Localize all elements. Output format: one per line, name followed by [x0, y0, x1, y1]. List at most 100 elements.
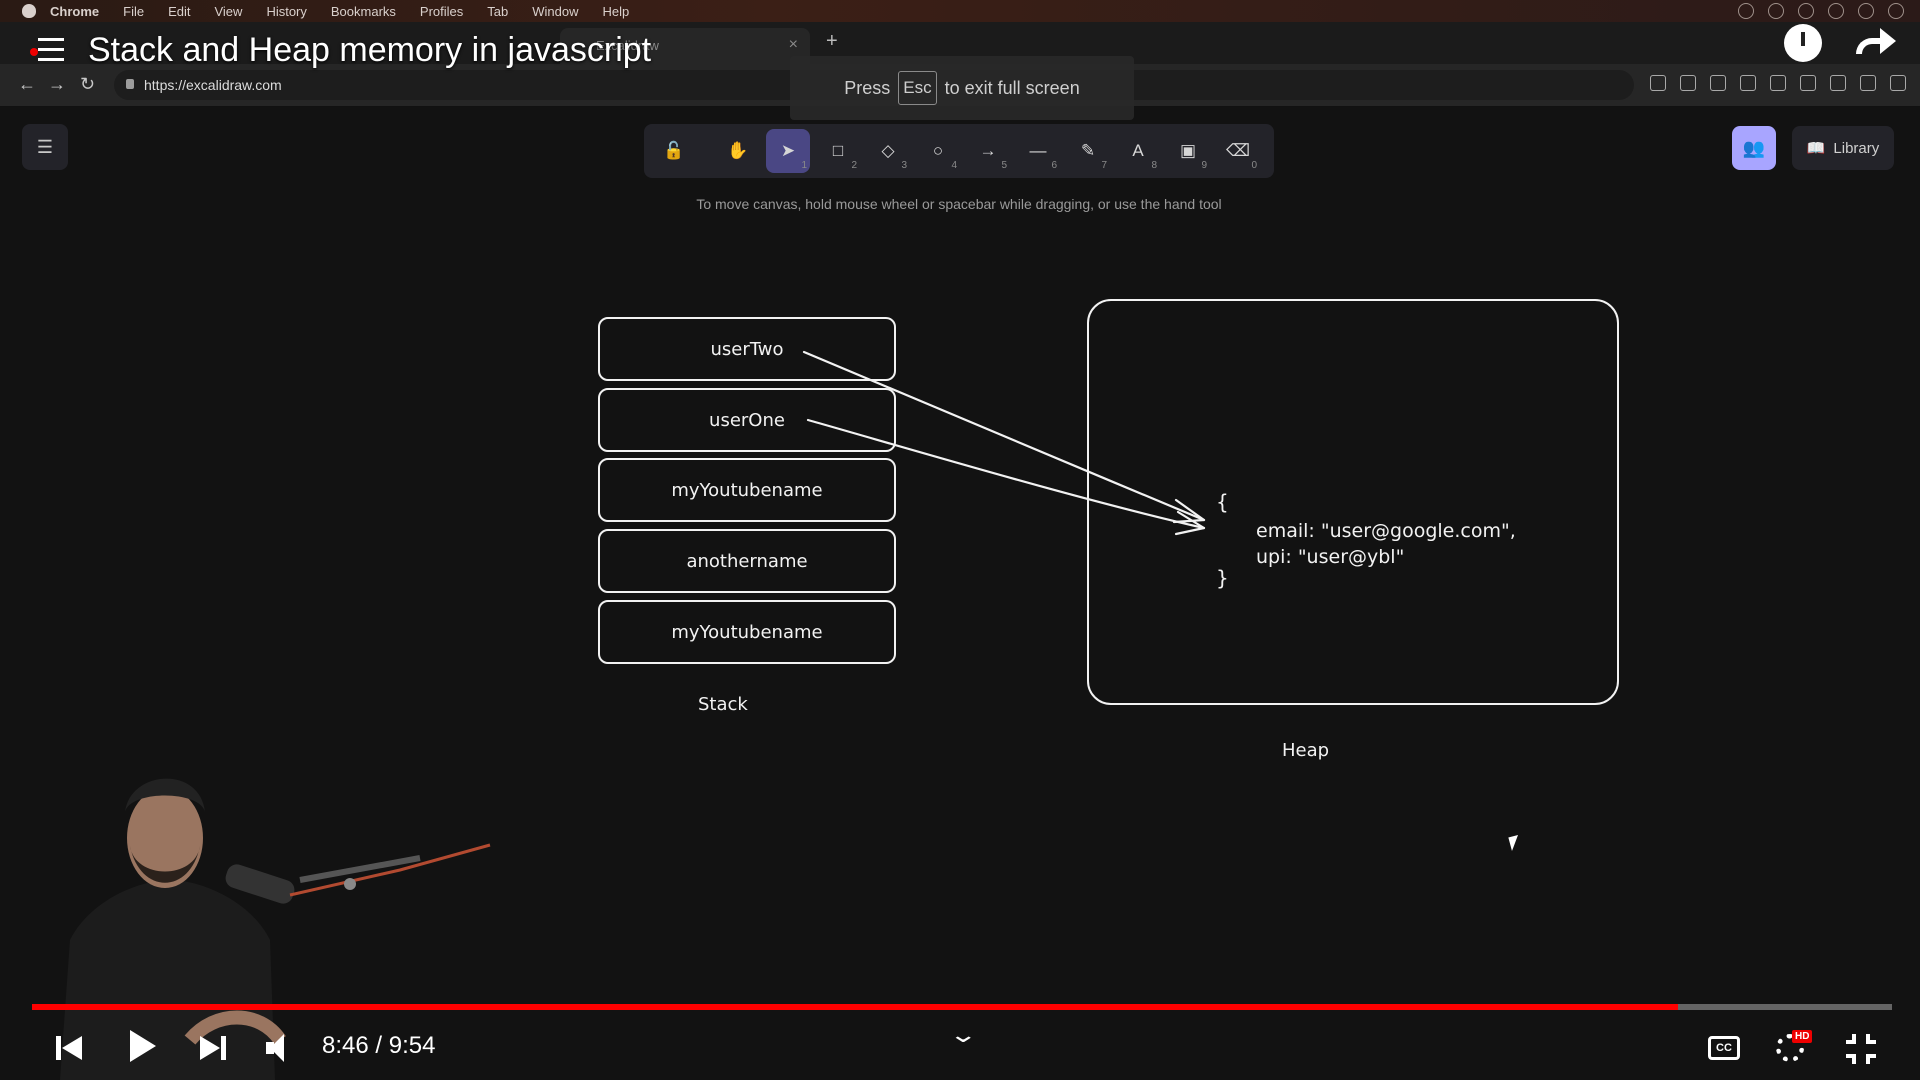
line-icon: — — [1029, 141, 1047, 160]
stack-item[interactable]: myYoutubename — [598, 458, 896, 522]
stack-item[interactable]: userTwo — [598, 317, 896, 381]
heap-line-email: email: "user@google.com", — [1256, 520, 1516, 542]
menu-view[interactable]: View — [214, 4, 242, 19]
tool-shortcut-number: 4 — [951, 160, 957, 171]
bookmark-star-icon[interactable] — [1740, 75, 1756, 91]
apple-icon[interactable] — [22, 4, 36, 18]
tool-shortcut-number: 5 — [1001, 160, 1007, 171]
google-icon[interactable] — [1650, 75, 1666, 91]
arrow-icon: → — [979, 141, 997, 160]
image-tool[interactable]: ▣ 9 — [1166, 129, 1210, 173]
profile-avatar-icon[interactable] — [1860, 75, 1876, 91]
menu-tab[interactable]: Tab — [487, 4, 508, 19]
install-icon[interactable] — [1680, 75, 1696, 91]
menu-bookmarks[interactable]: Bookmarks — [331, 4, 396, 19]
tool-shortcut-number: 8 — [1151, 160, 1157, 171]
eraser-tool[interactable]: ⌫ 0 — [1216, 129, 1260, 173]
previous-icon[interactable] — [56, 1036, 82, 1060]
fullscreen-hint-press: Press — [844, 77, 891, 98]
watch-later-icon[interactable] — [1784, 24, 1822, 62]
mouse-cursor-icon — [1508, 834, 1522, 852]
heap-box[interactable] — [1087, 299, 1619, 705]
heap-label[interactable]: Heap — [1282, 740, 1329, 761]
puzzle-icon[interactable] — [1800, 75, 1816, 91]
new-tab-icon[interactable]: + — [826, 30, 838, 53]
hand-tool[interactable]: ✋ — [716, 129, 760, 173]
screen-record-icon[interactable] — [1768, 3, 1784, 19]
lock-tool[interactable]: 🔓 — [652, 129, 696, 173]
exit-fullscreen-icon[interactable] — [1846, 1034, 1876, 1064]
stack-item[interactable]: myYoutubename — [598, 600, 896, 664]
stack-item[interactable]: anothername — [598, 529, 896, 593]
ellipse-tool[interactable]: ○ 4 — [916, 129, 960, 173]
menu-edit[interactable]: Edit — [168, 4, 190, 19]
ellipse-icon: ○ — [932, 141, 944, 160]
text-tool[interactable]: A8 — [1116, 129, 1160, 173]
canvas-hint: To move canvas, hold mouse wheel or spac… — [696, 196, 1222, 212]
selection-tool[interactable]: ➤ 1 — [766, 129, 810, 173]
hd-badge: HD — [1792, 1030, 1813, 1043]
heap-line-upi: upi: "user@ybl" — [1256, 546, 1405, 568]
share-icon[interactable] — [1856, 28, 1896, 58]
kebab-menu-icon[interactable] — [1890, 75, 1906, 91]
play-status-icon[interactable] — [1798, 3, 1814, 19]
menu-history[interactable]: History — [266, 4, 306, 19]
tool-shortcut-number: 9 — [1201, 160, 1207, 171]
battery-icon[interactable] — [1858, 3, 1874, 19]
selection-icon: ➤ — [780, 141, 796, 160]
control-center-icon[interactable] — [1888, 3, 1904, 19]
progress-bar[interactable] — [32, 1004, 1892, 1010]
stack-item[interactable]: userOne — [598, 388, 896, 452]
lock-icon[interactable] — [126, 79, 134, 89]
tab-close-icon[interactable]: × — [789, 36, 798, 54]
volume-icon[interactable] — [266, 1034, 296, 1062]
playlist-menu-icon[interactable] — [30, 36, 64, 64]
player-controls: 8:46 / 9:54 ⌄ CC HD — [0, 1016, 1920, 1076]
stack-label[interactable]: Stack — [698, 694, 748, 715]
library-button[interactable]: 📖 Library — [1792, 126, 1894, 170]
pencil-icon: ✎ — [1080, 141, 1096, 160]
eraser-icon: ⌫ — [1225, 141, 1251, 160]
sidepanel-icon[interactable] — [1830, 75, 1846, 91]
chevron-down-icon[interactable]: ⌄ — [948, 1022, 978, 1048]
collaborate-button[interactable]: 👥 — [1732, 126, 1776, 170]
rectangle-icon: □ — [832, 141, 844, 160]
main-menu-button[interactable]: ☰ — [22, 124, 68, 170]
esc-key: Esc — [898, 71, 937, 105]
pencil-tool[interactable]: ✎ 7 — [1066, 129, 1110, 173]
fullscreen-hint-rest: to exit full screen — [944, 77, 1080, 98]
play-icon[interactable] — [130, 1030, 156, 1062]
rectangle-tool[interactable]: □ 2 — [816, 129, 860, 173]
image-icon: ▣ — [1179, 141, 1197, 160]
progress-played — [32, 1004, 1679, 1010]
extension-icon[interactable] — [1770, 75, 1786, 91]
menu-profiles[interactable]: Profiles — [420, 4, 463, 19]
next-icon[interactable] — [200, 1036, 226, 1060]
status-icons — [1738, 3, 1904, 19]
tool-shortcut-number: 2 — [851, 160, 857, 171]
captions-icon[interactable]: CC — [1708, 1036, 1740, 1060]
wifi-icon[interactable] — [1828, 3, 1844, 19]
menu-window[interactable]: Window — [532, 4, 578, 19]
diamond-icon: ◇ — [881, 141, 895, 160]
menu-app-name[interactable]: Chrome — [50, 4, 99, 19]
line-tool[interactable]: —6 — [1016, 129, 1060, 173]
menu-file[interactable]: File — [123, 4, 144, 19]
heap-object[interactable]: email: "user@google.com", upi: "user@ybl… — [1256, 518, 1516, 570]
tool-shortcut-number: 3 — [901, 160, 907, 171]
diamond-tool[interactable]: ◇ 3 — [866, 129, 910, 173]
heap-open-brace[interactable]: { — [1216, 490, 1229, 514]
users-icon: 👥 — [1742, 137, 1766, 158]
share-page-icon[interactable] — [1710, 75, 1726, 91]
arrow-tool[interactable]: → 5 — [966, 129, 1010, 173]
tool-shortcut-number: 6 — [1051, 160, 1057, 171]
lock-icon: 🔓 — [663, 141, 685, 160]
time-display: 8:46 / 9:54 — [322, 1032, 436, 1059]
menu-help[interactable]: Help — [603, 4, 630, 19]
status-icon[interactable] — [1738, 3, 1754, 19]
heap-close-brace[interactable]: } — [1216, 566, 1229, 590]
video-title[interactable]: Stack and Heap memory in javascript — [88, 31, 651, 70]
video-top-actions — [1784, 24, 1896, 62]
hand-icon: ✋ — [727, 141, 749, 160]
tool-shortcut-number: 0 — [1251, 160, 1257, 171]
